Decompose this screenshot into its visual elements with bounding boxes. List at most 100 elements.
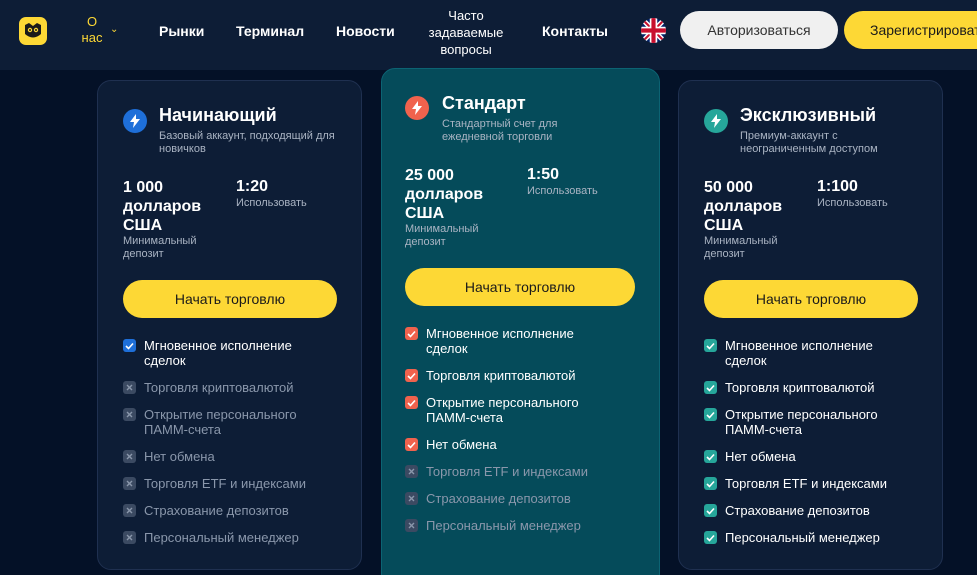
plan-min-deposit: 50 000 долларов США: [704, 179, 783, 234]
plan-leverage: 1:50: [527, 166, 560, 183]
feature-item: Торговля ETF и индексами: [405, 464, 605, 479]
plan-min-deposit-label: Минимальный депозит: [704, 235, 778, 260]
nav-about[interactable]: О нас: [78, 14, 106, 46]
feature-label: Торговля ETF и индексами: [426, 464, 588, 479]
checkbox-checked-icon: [405, 438, 418, 451]
checkbox-cross-icon: [123, 381, 136, 394]
feature-label: Открытие персонального ПАММ-счета: [144, 407, 297, 437]
feature-item: Торговля ETF и индексами: [704, 476, 904, 491]
checkbox-checked-icon: [123, 339, 136, 352]
checkbox-cross-icon: [123, 477, 136, 490]
plan-leverage-label: Использовать: [236, 197, 307, 209]
feature-label: Открытие персонального ПАММ-счета: [426, 395, 579, 425]
feature-item: Мгновенное исполнение сделок: [405, 326, 605, 356]
plan-card-exclusive: Эксклюзивный Премиум-аккаунт с неогранич…: [678, 80, 943, 570]
uk-flag-icon[interactable]: [641, 18, 666, 43]
feature-label: Мгновенное исполнение сделок: [426, 326, 574, 356]
plan-leverage: 1:100: [817, 178, 858, 195]
checkbox-checked-icon: [704, 450, 717, 463]
checkbox-checked-icon: [405, 327, 418, 340]
nav-contacts[interactable]: Контакты: [542, 23, 608, 39]
feature-item: Страхование депозитов: [405, 491, 605, 506]
feature-item: Персональный менеджер: [405, 518, 605, 533]
plan-min-deposit-label: Минимальный депозит: [405, 223, 479, 248]
checkbox-cross-icon: [123, 408, 136, 421]
checkbox-checked-icon: [704, 339, 717, 352]
feature-item: Нет обмена: [405, 437, 605, 452]
feature-label: Открытие персонального ПАММ-счета: [725, 407, 878, 437]
plan-title: Стандарт: [442, 93, 526, 113]
plan-description: Базовый аккаунт, подходящий для новичков: [159, 130, 335, 155]
checkbox-checked-icon: [405, 396, 418, 409]
feature-label: Страхование депозитов: [144, 503, 289, 518]
checkbox-checked-icon: [704, 381, 717, 394]
checkbox-cross-icon: [405, 519, 418, 532]
feature-label: Страхование депозитов: [426, 491, 571, 506]
feature-item: Страхование депозитов: [704, 503, 904, 518]
checkbox-checked-icon: [704, 408, 717, 421]
feature-label: Торговля криптовалютой: [725, 380, 875, 395]
plan-title: Начинающий: [159, 105, 277, 125]
plan-leverage-label: Использовать: [527, 185, 598, 197]
logo[interactable]: [19, 17, 47, 45]
lightning-icon: [123, 109, 147, 133]
feature-item: Персональный менеджер: [704, 530, 904, 545]
feature-label: Торговля ETF и индексами: [725, 476, 887, 491]
feature-item: Страхование депозитов: [123, 503, 323, 518]
checkbox-cross-icon: [405, 492, 418, 505]
checkbox-checked-icon: [704, 504, 717, 517]
start-trading-button[interactable]: Начать торговлю: [405, 268, 635, 306]
top-navbar: О нас ⌄ Рынки Терминал Новости Часто зад…: [0, 0, 977, 70]
start-trading-button[interactable]: Начать торговлю: [704, 280, 918, 318]
feature-label: Страхование депозитов: [725, 503, 870, 518]
feature-item: Нет обмена: [704, 449, 904, 464]
feature-label: Персональный менеджер: [426, 518, 581, 533]
feature-item: Нет обмена: [123, 449, 323, 464]
feature-item: Мгновенное исполнение сделок: [123, 338, 323, 368]
plan-description: Стандартный счет для ежедневной торговли: [442, 118, 558, 143]
plan-description: Премиум-аккаунт с неограниченным доступо…: [740, 130, 878, 155]
nav-markets[interactable]: Рынки: [159, 23, 204, 39]
feature-item: Открытие персонального ПАММ-счета: [405, 395, 605, 425]
nav-faq[interactable]: Часто задаваемые вопросы: [410, 7, 522, 58]
checkbox-checked-icon: [704, 531, 717, 544]
feature-item: Открытие персонального ПАММ-счета: [704, 407, 904, 437]
plan-min-deposit-label: Минимальный депозит: [123, 235, 197, 260]
nav-news[interactable]: Новости: [336, 23, 395, 39]
feature-label: Торговля криптовалютой: [426, 368, 576, 383]
checkbox-cross-icon: [405, 465, 418, 478]
feature-label: Торговля криптовалютой: [144, 380, 294, 395]
start-trading-button[interactable]: Начать торговлю: [123, 280, 337, 318]
plan-leverage: 1:20: [236, 178, 269, 195]
plan-min-deposit: 1 000 долларов США: [123, 179, 202, 234]
feature-label: Мгновенное исполнение сделок: [725, 338, 873, 368]
plan-leverage-label: Использовать: [817, 197, 888, 209]
nav-terminal[interactable]: Терминал: [236, 23, 304, 39]
checkbox-cross-icon: [123, 450, 136, 463]
feature-item: Торговля криптовалютой: [123, 380, 323, 395]
feature-label: Персональный менеджер: [144, 530, 299, 545]
feature-item: Персональный менеджер: [123, 530, 323, 545]
plan-card-standard: Стандарт Стандартный счет для ежедневной…: [381, 68, 660, 575]
plan-title: Эксклюзивный: [740, 105, 877, 125]
checkbox-checked-icon: [405, 369, 418, 382]
register-button[interactable]: Зарегистрироваться: [844, 11, 977, 49]
feature-label: Нет обмена: [725, 449, 796, 464]
owl-logo-icon: [25, 23, 41, 38]
checkbox-cross-icon: [123, 531, 136, 544]
feature-item: Торговля криптовалютой: [405, 368, 605, 383]
feature-label: Нет обмена: [426, 437, 497, 452]
feature-label: Нет обмена: [144, 449, 215, 464]
feature-label: Персональный менеджер: [725, 530, 880, 545]
checkbox-cross-icon: [123, 504, 136, 517]
feature-label: Торговля ETF и индексами: [144, 476, 306, 491]
chevron-down-icon[interactable]: ⌄: [110, 24, 118, 35]
feature-item: Торговля ETF и индексами: [123, 476, 323, 491]
plan-min-deposit: 25 000 долларов США: [405, 167, 484, 222]
feature-item: Торговля криптовалютой: [704, 380, 904, 395]
feature-label: Мгновенное исполнение сделок: [144, 338, 292, 368]
checkbox-checked-icon: [704, 477, 717, 490]
login-button[interactable]: Авторизоваться: [680, 11, 838, 49]
lightning-icon: [704, 109, 728, 133]
feature-item: Мгновенное исполнение сделок: [704, 338, 904, 368]
